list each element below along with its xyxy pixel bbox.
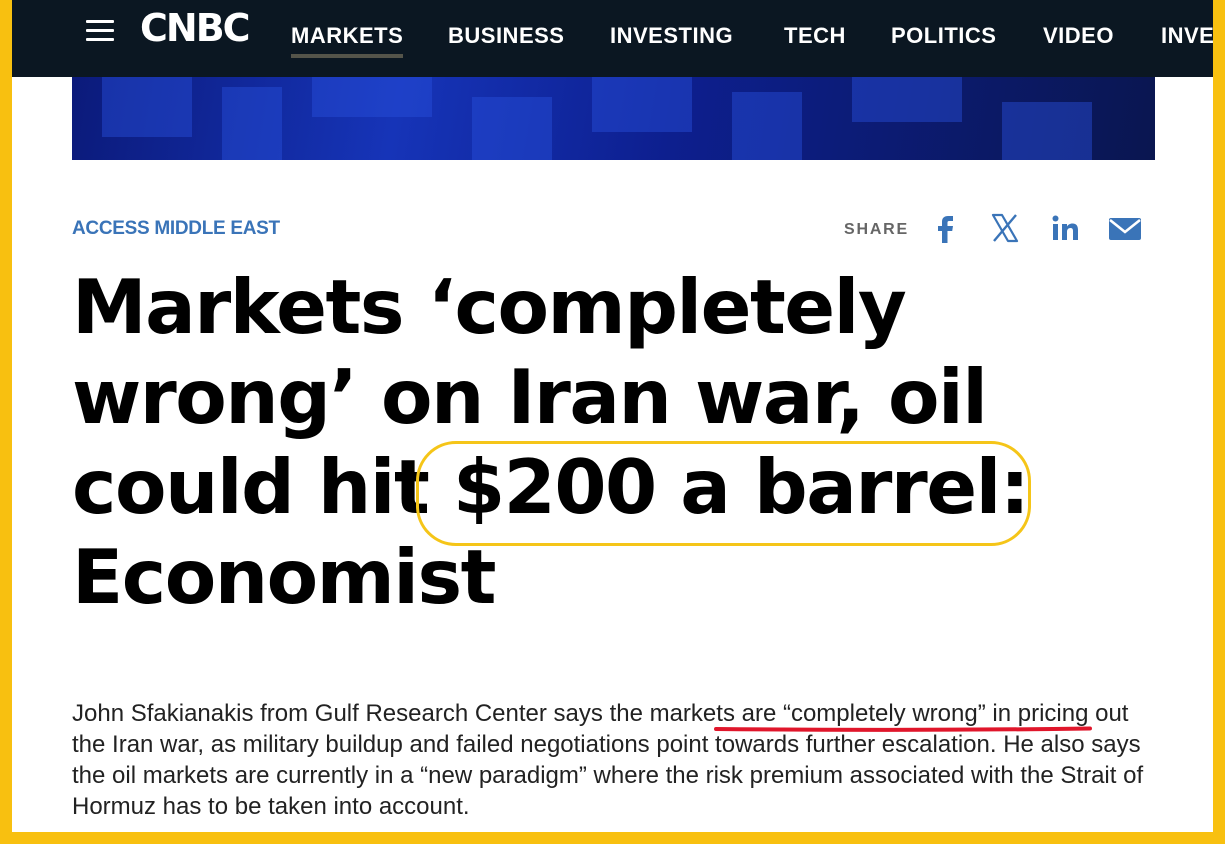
article-headline: Markets ‘completely wrong’ on Iran war, … bbox=[72, 262, 1172, 622]
summary-text: John Sfakianakis from Gulf Research Cent… bbox=[72, 700, 650, 727]
headline-highlighted-segment: $200 a barrel: bbox=[452, 443, 1030, 531]
nav-item-video[interactable]: VIDEO bbox=[1043, 22, 1114, 50]
nav-item-business[interactable]: BUSINESS bbox=[448, 22, 564, 50]
nav-item-investing[interactable]: INVESTING bbox=[610, 22, 733, 50]
article-page: CNBC MARKETS BUSINESS INVESTING TECH POL… bbox=[12, 0, 1213, 832]
hamburger-menu-icon[interactable] bbox=[86, 20, 114, 42]
headline-line: Markets ‘completely bbox=[72, 263, 907, 351]
facebook-icon[interactable] bbox=[932, 212, 958, 244]
nav-item-markets[interactable]: MARKETS bbox=[291, 22, 404, 58]
top-navigation-bar: CNBC MARKETS BUSINESS INVESTING TECH POL… bbox=[12, 0, 1213, 77]
headline-line: could hit $200 a barrel: bbox=[72, 442, 1172, 532]
linkedin-icon[interactable] bbox=[1051, 212, 1079, 244]
email-icon[interactable] bbox=[1108, 212, 1142, 244]
article-summary: John Sfakianakis from Gulf Research Cent… bbox=[72, 698, 1152, 822]
summary-underlined-text: markets are “completely wrong bbox=[649, 700, 978, 727]
nav-item-politics[interactable]: POLITICS bbox=[891, 22, 996, 50]
nav-item-tech[interactable]: TECH bbox=[784, 22, 846, 50]
nav-item-investing-club[interactable]: INVE bbox=[1161, 22, 1213, 50]
headline-line: Economist bbox=[72, 533, 497, 621]
section-label[interactable]: ACCESS MIDDLE EAST bbox=[72, 217, 280, 241]
cnbc-logo[interactable]: CNBC bbox=[140, 6, 251, 50]
hero-banner-image bbox=[72, 77, 1155, 160]
headline-segment: could hit bbox=[72, 443, 453, 531]
share-label: SHARE bbox=[844, 221, 910, 238]
headline-line: wrong’ on Iran war, oil bbox=[72, 353, 988, 441]
x-icon[interactable] bbox=[990, 212, 1020, 244]
